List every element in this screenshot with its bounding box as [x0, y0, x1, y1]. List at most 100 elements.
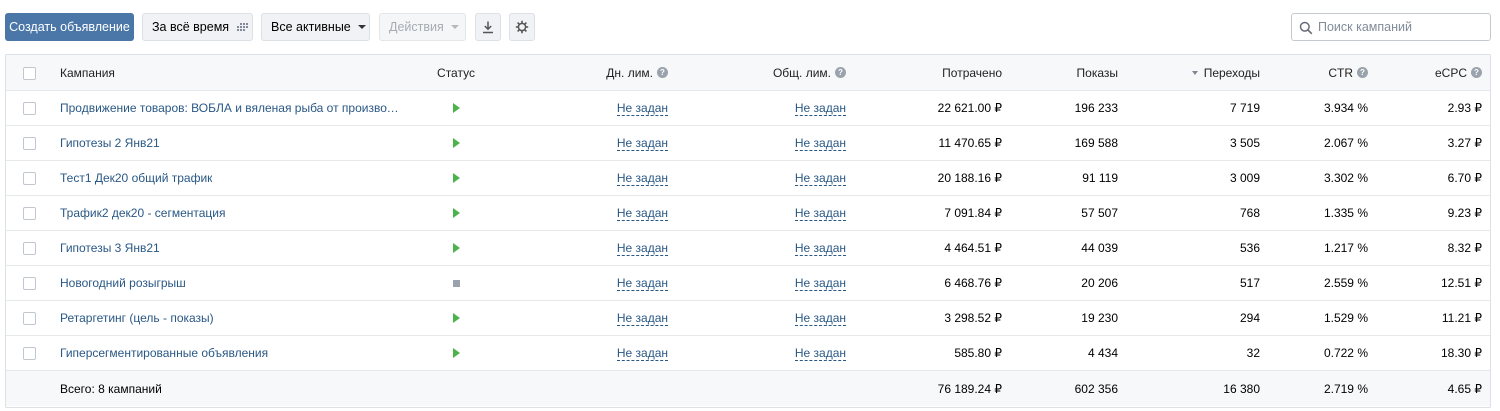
campaigns-table: Кампания Статус Дн. лим. ? Общ. лим. ? П…	[5, 54, 1491, 408]
play-status-icon[interactable]	[452, 313, 460, 323]
campaign-name-link[interactable]: Новогодний розыгрыш	[60, 276, 186, 290]
row-checkbox[interactable]	[23, 312, 36, 325]
total-limit-link[interactable]: Не задан	[794, 276, 846, 291]
ctr-value: 3.302 %	[1323, 171, 1368, 185]
campaign-name-link[interactable]: Гипотезы 2 Янв21	[60, 136, 160, 150]
total-ctr: 2.719 %	[1323, 381, 1368, 396]
column-header-ctr[interactable]: CTR ?	[1266, 55, 1368, 90]
help-icon[interactable]: ?	[1471, 67, 1482, 78]
select-all-checkbox[interactable]	[23, 66, 36, 80]
row-checkbox[interactable]	[23, 277, 36, 290]
total-limit-link[interactable]: Не задан	[794, 206, 846, 221]
download-icon	[483, 21, 493, 34]
row-checkbox[interactable]	[23, 172, 36, 185]
ecpc-value: 8.32 ₽	[1447, 241, 1482, 255]
ecpc-value: 12.51 ₽	[1441, 276, 1482, 290]
day-limit-link[interactable]: Не задан	[616, 171, 668, 186]
stopped-status-icon[interactable]	[452, 279, 460, 287]
row-checkbox[interactable]	[23, 102, 36, 115]
column-header-total-limit[interactable]: Общ. лим. ?	[706, 55, 846, 90]
column-header-ecpc-label: eCPC	[1434, 65, 1467, 80]
gear-icon	[515, 20, 529, 34]
row-checkbox[interactable]	[23, 137, 36, 150]
actions-dropdown[interactable]: Действия	[379, 13, 466, 41]
day-limit-link[interactable]: Не задан	[616, 346, 668, 361]
total-clicks: 16 380	[1223, 381, 1260, 396]
shows-value: 57 507	[1081, 206, 1118, 220]
column-header-ecpc[interactable]: eCPC ?	[1376, 55, 1482, 90]
column-header-shows[interactable]: Показы	[1006, 55, 1118, 90]
period-select-button[interactable]: За всё время	[142, 13, 253, 41]
clicks-value: 536	[1239, 241, 1260, 255]
ctr-value: 2.067 %	[1323, 136, 1368, 150]
campaign-name-link[interactable]: Ретаргетинг (цель - показы)	[60, 311, 214, 325]
column-header-status[interactable]: Статус	[406, 55, 506, 90]
create-ad-button[interactable]: Создать объявление	[5, 13, 134, 41]
search-input[interactable]	[1318, 14, 1486, 40]
calendar-icon	[237, 23, 249, 31]
toolbar: Создать объявление За всё время Все акти…	[5, 13, 1491, 41]
column-header-clicks[interactable]: Переходы	[1126, 55, 1260, 90]
ctr-value: 0.722 %	[1323, 346, 1368, 360]
ctr-value: 1.529 %	[1323, 311, 1368, 325]
sort-descending-icon	[1191, 70, 1198, 75]
clicks-value: 3 009	[1229, 171, 1260, 185]
chevron-down-icon	[357, 25, 366, 29]
column-header-day-limit[interactable]: Дн. лим. ?	[546, 55, 668, 90]
shows-value: 196 233	[1074, 101, 1118, 115]
campaign-name-link[interactable]: Продвижение товаров: ВОБЛА и вяленая рыб…	[60, 101, 405, 115]
chevron-down-icon	[450, 25, 459, 29]
total-limit-link[interactable]: Не задан	[794, 241, 846, 256]
row-checkbox[interactable]	[23, 207, 36, 220]
play-status-icon[interactable]	[452, 208, 460, 218]
ctr-value: 1.217 %	[1323, 241, 1368, 255]
column-header-clicks-label: Переходы	[1203, 65, 1260, 80]
help-icon[interactable]: ?	[1357, 67, 1368, 78]
clicks-value: 7 719	[1229, 101, 1260, 115]
total-limit-link[interactable]: Не задан	[794, 171, 846, 186]
column-header-day-limit-label: Дн. лим.	[606, 65, 653, 80]
status-filter-dropdown[interactable]: Все активные	[261, 13, 370, 41]
download-button[interactable]	[475, 13, 501, 41]
ecpc-value: 3.27 ₽	[1447, 136, 1482, 150]
day-limit-link[interactable]: Не задан	[616, 136, 668, 151]
play-status-icon[interactable]	[452, 173, 460, 183]
day-limit-link[interactable]: Не задан	[616, 101, 668, 116]
ecpc-value: 2.93 ₽	[1447, 101, 1482, 115]
column-header-total-limit-label: Общ. лим.	[772, 65, 831, 80]
clicks-value: 32	[1246, 346, 1260, 360]
search-icon	[1299, 21, 1313, 35]
total-limit-link[interactable]: Не задан	[794, 136, 846, 151]
ecpc-value: 6.70 ₽	[1447, 171, 1482, 185]
spent-value: 3 298.52 ₽	[944, 311, 1002, 325]
play-status-icon[interactable]	[452, 103, 460, 113]
total-limit-link[interactable]: Не задан	[794, 101, 846, 116]
column-header-campaign[interactable]: Кампания	[60, 55, 405, 90]
day-limit-link[interactable]: Не задан	[616, 206, 668, 221]
campaign-search[interactable]	[1291, 13, 1491, 41]
settings-button[interactable]	[509, 13, 535, 41]
total-label: Всего: 8 кампаний	[60, 381, 162, 396]
campaign-name-link[interactable]: Трафик2 дек20 - сегментация	[60, 206, 226, 220]
column-header-spent[interactable]: Потрачено	[866, 55, 1002, 90]
campaign-name-link[interactable]: Гиперсегментированные объявления	[60, 346, 268, 360]
help-icon[interactable]: ?	[835, 67, 846, 78]
play-status-icon[interactable]	[452, 243, 460, 253]
help-icon[interactable]: ?	[657, 67, 668, 78]
clicks-value: 294	[1239, 311, 1260, 325]
day-limit-link[interactable]: Не задан	[616, 276, 668, 291]
table-row: Новогодний розыгрыш Не задан Не задан 6 468…	[6, 266, 1490, 301]
column-header-ctr-label: CTR	[1328, 65, 1353, 80]
play-status-icon[interactable]	[452, 138, 460, 148]
day-limit-link[interactable]: Не задан	[616, 311, 668, 326]
campaign-name-link[interactable]: Тест1 Дек20 общий трафик	[60, 171, 212, 185]
day-limit-link[interactable]: Не задан	[616, 241, 668, 256]
play-status-icon[interactable]	[452, 348, 460, 358]
row-checkbox[interactable]	[23, 347, 36, 360]
clicks-value: 517	[1239, 276, 1260, 290]
row-checkbox[interactable]	[23, 242, 36, 255]
total-limit-link[interactable]: Не задан	[794, 346, 846, 361]
table-row: Продвижение товаров: ВОБЛА и вяленая рыб…	[6, 91, 1490, 126]
campaign-name-link[interactable]: Гипотезы 3 Янв21	[60, 241, 160, 255]
total-limit-link[interactable]: Не задан	[794, 311, 846, 326]
